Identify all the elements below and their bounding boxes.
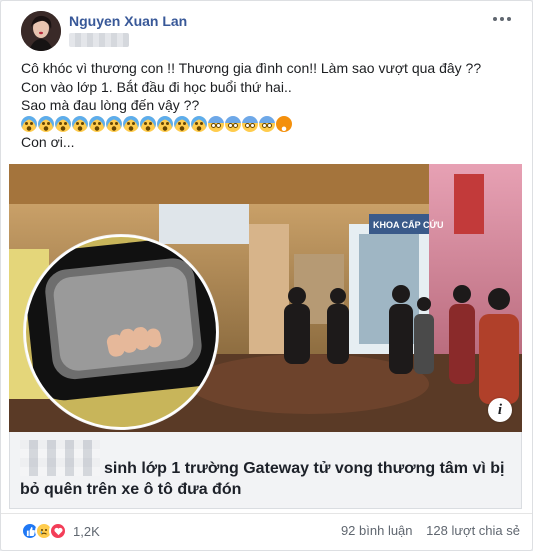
shares-count[interactable]: 128 lượt chia sẻ: [426, 523, 520, 538]
hospital-sign: KHOA CẤP CỨU: [373, 219, 443, 230]
post-line: Con ơi...: [21, 134, 75, 150]
more-options-icon[interactable]: [490, 9, 514, 29]
post-header: Nguyen Xuan Lan: [1, 1, 532, 53]
crying-face-icon: [72, 115, 88, 132]
post-line: Cô khóc vì thương con !! Thương gia đình…: [21, 60, 482, 76]
love-reaction-icon: [49, 522, 67, 540]
reactions-summary[interactable]: 1,2K: [21, 521, 100, 541]
crying-face-icon: [89, 115, 105, 132]
crying-face-icon: [21, 115, 37, 132]
comments-count[interactable]: 92 bình luận: [341, 523, 413, 538]
post-body: Cô khóc vì thương con !! Thương gia đình…: [21, 59, 511, 152]
post-line: Sao mà đau lòng đến vậy ??: [21, 97, 200, 113]
post-stats: 92 bình luận 128 lượt chia sẻ: [341, 523, 520, 538]
crying-face-icon: [191, 115, 207, 132]
crying-face-icon: [106, 115, 122, 132]
crying-face-icon: [174, 115, 190, 132]
avatar[interactable]: [21, 11, 61, 51]
crying-face-icon: [123, 115, 139, 132]
author-name[interactable]: Nguyen Xuan Lan: [69, 13, 187, 29]
crying-face-icon: [157, 115, 173, 132]
post-timestamp-blurred: [69, 33, 129, 47]
angry-face-icon: [276, 115, 292, 132]
emoji-row: [21, 115, 511, 134]
fearful-face-icon: [208, 115, 224, 132]
fearful-face-icon: [259, 115, 275, 132]
fearful-face-icon: [242, 115, 258, 132]
link-preview-image[interactable]: KHOA CẤP CỨU i: [9, 164, 522, 432]
fearful-face-icon: [225, 115, 241, 132]
crying-face-icon: [140, 115, 156, 132]
post-card: Nguyen Xuan Lan Cô khóc vì thương con !!…: [0, 0, 533, 551]
link-title-line: sinh lớp 1 trường Gateway tử vong thương…: [104, 460, 505, 477]
post-footer: 1,2K 92 bình luận 128 lượt chia sẻ: [1, 513, 532, 547]
crying-face-icon: [55, 115, 71, 132]
link-preview-caption[interactable]: sinh lớp 1 trường Gateway tử vong thương…: [9, 432, 522, 509]
post-line: Con vào lớp 1. Bắt đầu đi học buổi thứ h…: [21, 78, 292, 95]
reaction-count: 1,2K: [73, 523, 100, 539]
crying-face-icon: [38, 115, 54, 132]
link-title[interactable]: sinh lớp 1 trường Gateway tử vong thương…: [20, 459, 515, 500]
info-icon[interactable]: i: [488, 398, 512, 422]
link-title-line: bỏ quên trên xe ô tô đưa đón: [20, 480, 242, 498]
